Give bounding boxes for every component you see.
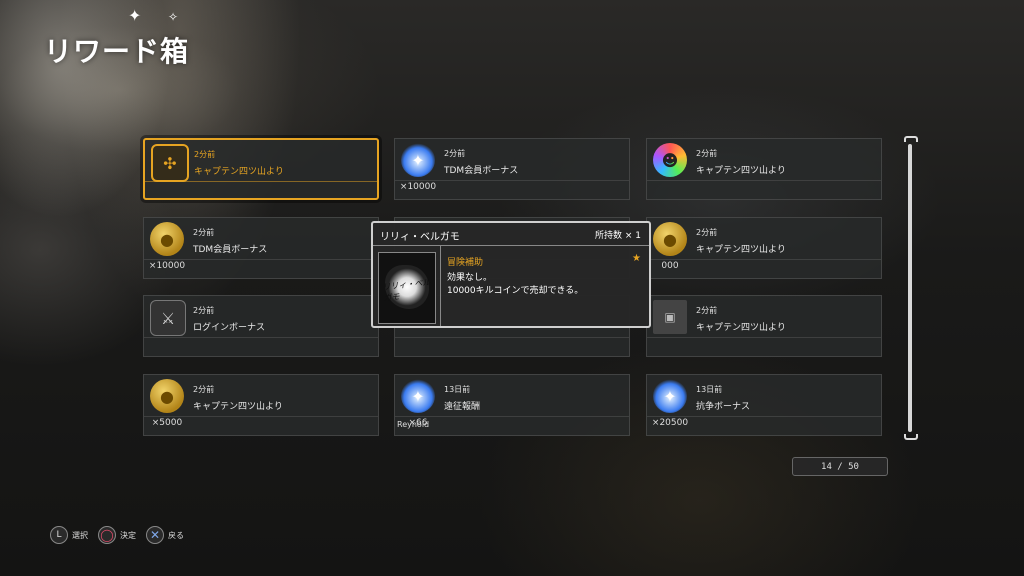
reward-time: 2分前	[696, 306, 718, 315]
reward-time: 2分前	[194, 150, 216, 159]
reward-source: キャプテン四ツ山より	[696, 166, 786, 176]
hint-back-label: 戻る	[168, 530, 184, 540]
coin-icon: ●	[653, 222, 687, 256]
sparkle-icon: ✦	[128, 6, 142, 25]
reward-source: キャプテン四ツ山より	[193, 402, 283, 412]
reward-source: 抗争ボーナス	[696, 402, 751, 412]
reward-source: TDM会員ボーナス	[444, 166, 519, 176]
l-button-icon: L	[50, 526, 68, 544]
button-hints: L 選択 ◯ 決定 ✕ 戻る	[50, 526, 184, 544]
reward-time: 2分前	[193, 306, 215, 315]
detail-header: リリィ・ベルガモ 所持数 × 1	[373, 223, 649, 246]
circle-button-icon: ◯	[98, 526, 116, 544]
reward-card[interactable]: ● ×10000 2分前 TDM会員ボーナス	[143, 217, 379, 279]
favorite-star-icon[interactable]: ★	[632, 253, 641, 264]
page-title: リワード箱	[44, 35, 190, 68]
reward-quantity: 000	[661, 261, 679, 271]
page-counter: 14 / 50	[792, 457, 888, 476]
reward-time: 2分前	[193, 228, 215, 237]
reward-card[interactable]: ✣ 2分前キャプテン四ツ山より	[143, 138, 379, 200]
reward-time: 2分前	[193, 385, 215, 394]
coin-icon: ●	[150, 222, 184, 256]
reward-card[interactable]: ● 000 2分前キャプテン四ツ山より	[646, 217, 882, 279]
item-name: リリィ・ベルガモ	[380, 232, 460, 243]
cutlery-shield-icon: ⚔	[150, 300, 186, 336]
coin-icon: ●	[150, 379, 184, 413]
item-description-line-2: 10000キルコインで売却できる。	[447, 286, 584, 296]
item-category: 冒険補助	[447, 258, 484, 268]
reward-card[interactable]: ▣ 2分前キャプテン四ツ山より	[646, 295, 882, 357]
reward-time: 2分前	[696, 228, 718, 237]
item-image-caption: リリィ・ベルガモ	[382, 277, 431, 303]
reward-card[interactable]: ☻ 2分前キャプテン四ツ山より	[646, 138, 882, 200]
photo-icon: ▣	[653, 300, 687, 334]
blue-flame-icon: ✦	[401, 379, 435, 413]
scrollbar[interactable]	[904, 136, 918, 440]
rainbow-skull-icon: ☻	[653, 143, 687, 177]
reward-source: TDM会員ボーナス	[193, 245, 268, 255]
item-image: リリィ・ベルガモ	[378, 252, 436, 324]
reward-quantity: ×10000	[148, 261, 186, 271]
reward-card[interactable]: ✦ ×10000 2分前 TDM会員ボーナス	[394, 138, 630, 200]
reward-card[interactable]: ✦ ×66 13日前 遠征報酬 Reynold	[394, 374, 630, 436]
reward-player-name: Reynold	[397, 420, 430, 429]
hint-confirm[interactable]: ◯ 決定	[98, 526, 136, 544]
blue-flame-icon: ✦	[401, 143, 435, 177]
hint-select[interactable]: L 選択	[50, 526, 88, 544]
scrollbar-top-cap	[904, 136, 918, 142]
sparkle-icon: ✧	[168, 10, 179, 24]
reward-card[interactable]: ⚔ 2分前ログインボーナス	[143, 295, 379, 357]
item-detail-popup: リリィ・ベルガモ 所持数 × 1 リリィ・ベルガモ 冒険補助 ★ 効果なし。 1…	[371, 221, 651, 328]
reward-time: 2分前	[696, 149, 718, 158]
reward-time: 2分前	[444, 149, 466, 158]
hint-confirm-label: 決定	[120, 530, 136, 540]
reward-quantity: ×5000	[151, 418, 183, 428]
scrollbar-thumb[interactable]	[908, 144, 912, 432]
owned-count: 所持数 × 1	[595, 231, 641, 241]
reward-time: 13日前	[696, 385, 723, 394]
reward-source: ログインボーナス	[193, 323, 266, 333]
blue-flame-icon: ✦	[653, 379, 687, 413]
knot-icon: ✣	[151, 144, 189, 182]
reward-source: キャプテン四ツ山より	[696, 245, 786, 255]
hint-select-label: 選択	[72, 530, 88, 540]
reward-source: 遠征報酬	[444, 402, 481, 412]
hint-back[interactable]: ✕ 戻る	[146, 526, 184, 544]
scrollbar-bottom-cap	[904, 434, 918, 440]
reward-quantity: ×20500	[651, 418, 689, 428]
reward-source: キャプテン四ツ山より	[194, 167, 284, 177]
reward-card[interactable]: ✦ ×20500 13日前抗争ボーナス	[646, 374, 882, 436]
detail-divider	[440, 245, 441, 326]
reward-time: 13日前	[444, 385, 471, 394]
item-description-line-1: 効果なし。	[447, 273, 493, 283]
reward-quantity: ×10000	[399, 182, 437, 192]
cross-button-icon: ✕	[146, 526, 164, 544]
reward-source: キャプテン四ツ山より	[696, 323, 786, 333]
reward-card[interactable]: ● ×5000 2分前キャプテン四ツ山より	[143, 374, 379, 436]
